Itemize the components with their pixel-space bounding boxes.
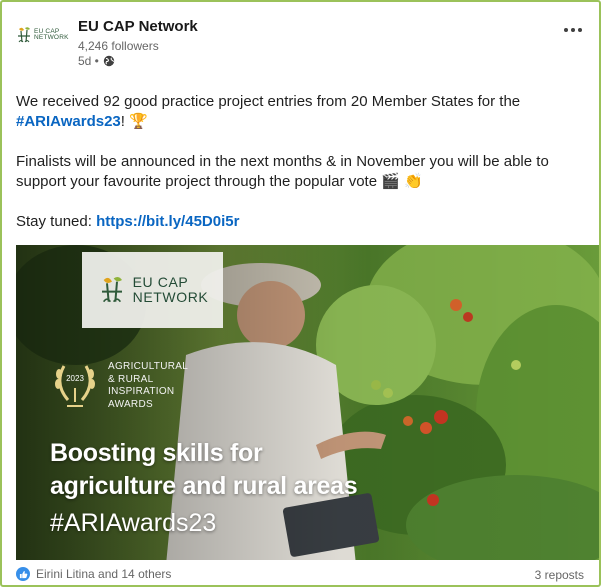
image-headline: Boosting skills for agriculture and rura… [50, 437, 358, 503]
post-link[interactable]: https://bit.ly/45D0i5r [96, 213, 239, 230]
company-logo[interactable]: EU CAP NETWORK [16, 20, 70, 50]
image-hashtag: #ARIAwards23 [50, 509, 217, 537]
like-icon [16, 567, 30, 581]
awards-line-3: INSPIRATION [108, 386, 175, 397]
stay-tuned-label: Stay tuned: [16, 213, 92, 230]
more-dot [571, 28, 575, 32]
post-paragraph-1: We received 92 good practice project ent… [16, 92, 586, 132]
post-text-paragraph2: Finalists will be announced in the next … [16, 153, 549, 190]
globe-icon [103, 55, 115, 67]
follower-count: 4,246 followers [78, 39, 159, 53]
post-footer: Eirini Litina and 14 others 3 reposts [16, 567, 586, 585]
post-age: 5d • [78, 54, 115, 68]
author-name[interactable]: EU CAP Network [78, 18, 198, 35]
post-header: EU CAP NETWORK EU CAP Network 4,246 foll… [16, 12, 586, 82]
clapper-icon: 🎬 👏 [381, 173, 423, 190]
badge-text: EU CAP NETWORK [133, 275, 209, 305]
awards-line-4: AWARDS [108, 398, 153, 410]
post-text: We received 92 good practice project ent… [16, 92, 586, 232]
post-paragraph-2: Finalists will be announced in the next … [16, 152, 586, 192]
network-logo-icon [18, 27, 30, 43]
awards-line-1: AGRICULTURAL [108, 361, 189, 372]
badge-line-1: EU CAP [132, 274, 189, 290]
network-badge: EU CAP NETWORK [82, 252, 223, 328]
reaction-text: Eirini Litina and 14 others [36, 567, 172, 581]
laurel-wreath-icon: 2023 [55, 365, 95, 407]
hashtag-link[interactable]: #ARIAwards23 [16, 113, 121, 130]
logo-text: EU CAP NETWORK [34, 27, 69, 41]
post-image[interactable]: EU CAP NETWORK 2023 AGRICULTURAL & RURAL… [16, 245, 599, 560]
reaction-summary[interactable]: Eirini Litina and 14 others [16, 567, 171, 581]
network-logo-icon [101, 277, 122, 303]
repost-count[interactable]: 3 reposts [535, 568, 584, 582]
hashtag-suffix: ! [120, 113, 125, 130]
more-options-button[interactable] [560, 20, 586, 40]
post-paragraph-3: Stay tuned: https://bit.ly/45D0i5r [16, 212, 586, 232]
more-dot [578, 28, 582, 32]
more-dot [564, 28, 568, 32]
post-text-line1: We received 92 good practice project ent… [16, 93, 521, 110]
awards-logo: 2023 AGRICULTURAL & RURAL INSPIRATION AW… [50, 355, 188, 417]
badge-line-2: NETWORK [132, 289, 209, 305]
headline-line-2: agriculture and rural areas [50, 472, 358, 500]
headline-line-1: Boosting skills for [50, 439, 263, 467]
awards-line-2: & RURAL [108, 373, 154, 385]
awards-year: 2023 [66, 374, 84, 383]
post-card: EU CAP NETWORK EU CAP Network 4,246 foll… [0, 0, 601, 587]
trophy-icon: 🏆 [129, 113, 148, 130]
awards-text: AGRICULTURAL & RURAL INSPIRATION AWARDS [108, 361, 188, 411]
post-age-text: 5d • [78, 54, 99, 68]
